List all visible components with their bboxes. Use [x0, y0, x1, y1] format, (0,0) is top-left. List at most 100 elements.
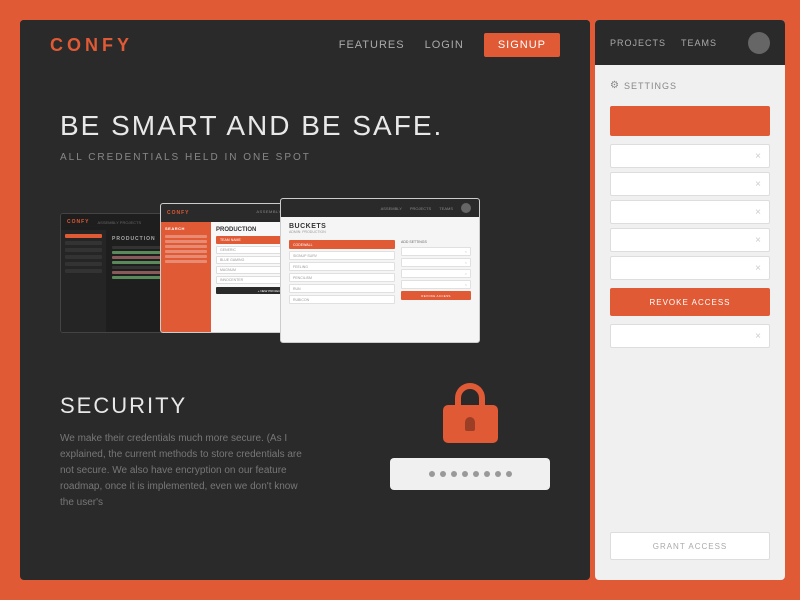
- ss3-row-text: RUBICON: [293, 298, 309, 302]
- ss3-row-text: PENCILISM: [293, 276, 312, 280]
- right-panel-header: PROJECTS TEAMS: [595, 20, 785, 65]
- ss2-sidebar-title: SEARCH: [165, 226, 207, 231]
- rp-grant-label: GRANT ACCESS: [653, 542, 728, 551]
- ss3-env-item: ×: [401, 247, 471, 256]
- ss3-row-text: FEELING: [293, 265, 308, 269]
- ss3-right-title: ADD SETTINGS: [401, 240, 471, 244]
- ss3-revoke-text: REVOKE ACCESS: [421, 294, 450, 298]
- ss3-left: CODEWALL SIGNUP SURV FEELING PENCILISM R…: [289, 240, 395, 335]
- ss2-nav-item: ASSEMBLY: [256, 209, 281, 217]
- ss3-row: RUN: [289, 284, 395, 293]
- rp-remove-icon[interactable]: ×: [755, 263, 761, 274]
- ss2-row-text: INNOCENTER: [220, 278, 243, 282]
- ss3-body: CODEWALL SIGNUP SURV FEELING PENCILISM R…: [281, 236, 479, 339]
- ss3-env-item: ×: [401, 258, 471, 267]
- ss3-row: FEELING: [289, 262, 395, 271]
- rp-remove-icon[interactable]: ×: [755, 235, 761, 246]
- ss1-sidebar-item: [65, 241, 102, 245]
- rp-input-row: ×: [610, 228, 770, 252]
- ss2-sidebar-item: [165, 245, 207, 248]
- ss3-header: ASSEMBLY PROJECTS TEAMS: [281, 199, 479, 217]
- ss3-row-text: RUN: [293, 287, 301, 291]
- rp-remove-icon[interactable]: ×: [755, 331, 761, 342]
- hero-section: BE SMART AND BE SAFE. ALL CREDENTIALS HE…: [20, 70, 590, 183]
- rp-revoke-label: REVOKE ACCESS: [649, 298, 730, 307]
- security-section: SECURITY We make their credentials much …: [20, 363, 590, 541]
- password-dot: [473, 471, 479, 477]
- ss3-section-sub: ADMIN: PRODUCTION: [289, 230, 471, 234]
- rp-avatar[interactable]: [748, 32, 770, 54]
- password-illustration: [390, 383, 550, 490]
- rp-orange-bar: [610, 106, 770, 136]
- ss3-row-text: CODEWALL: [293, 243, 313, 247]
- screenshot-3: ASSEMBLY PROJECTS TEAMS BUCKETS ADMIN: P…: [280, 198, 480, 343]
- ss2-sidebar-item: [165, 250, 207, 253]
- right-panel: PROJECTS TEAMS ⚙ SETTINGS × × × × × REVO…: [595, 20, 785, 580]
- ss1-sidebar: [61, 230, 106, 332]
- ss2-sidebar-item: [165, 260, 207, 263]
- rp-nav-teams[interactable]: TEAMS: [681, 38, 717, 48]
- ss1-logo: CONFY: [67, 219, 90, 225]
- rp-input-row: ×: [610, 172, 770, 196]
- ss1-sidebar-item: [65, 248, 102, 252]
- lock-body: [443, 405, 498, 443]
- ss3-right: ADD SETTINGS × × × ×: [401, 240, 471, 335]
- gear-icon: ⚙: [610, 80, 619, 91]
- ss1-sidebar-item: [65, 262, 102, 266]
- ss2-row-text: BLUE GAMING: [220, 258, 244, 262]
- ss3-nav-item: ASSEMBLY: [381, 206, 402, 211]
- ss2-sidebar-item: [165, 240, 207, 243]
- ss2-logo: CONFY: [167, 210, 190, 216]
- ss3-section-title: BUCKETS: [289, 223, 471, 230]
- lock-keyhole: [465, 417, 475, 431]
- rp-remove-icon[interactable]: ×: [755, 179, 761, 190]
- main-card: CONFY FEATURES LOGIN SIGNUP BE SMART AND…: [20, 20, 590, 580]
- rp-settings-btn[interactable]: ⚙ SETTINGS: [610, 80, 770, 91]
- ss3-env-x-icon[interactable]: ×: [465, 260, 467, 265]
- navbar: CONFY FEATURES LOGIN SIGNUP: [20, 20, 590, 70]
- ss3-nav-projects: PROJECTS: [410, 206, 431, 211]
- ss3-env-x-icon[interactable]: ×: [465, 249, 467, 254]
- ss1-sidebar-item: [65, 234, 102, 238]
- ss2-row-text: TEAM NAME: [220, 238, 241, 242]
- password-input-display: [390, 458, 550, 490]
- features-link[interactable]: FEATURES: [339, 39, 405, 51]
- security-description: We make their credentials much more secu…: [60, 431, 310, 511]
- rp-remove-icon[interactable]: ×: [755, 151, 761, 162]
- ss3-row: SIGNUP SURV: [289, 251, 395, 260]
- logo: CONFY: [50, 35, 133, 56]
- rp-settings-label: SETTINGS: [624, 81, 677, 91]
- ss3-env-x-icon[interactable]: ×: [465, 282, 467, 287]
- ss3-revoke-btn[interactable]: REVOKE ACCESS: [401, 291, 471, 300]
- lock-icon: [443, 383, 498, 448]
- rp-remove-icon[interactable]: ×: [755, 207, 761, 218]
- rp-nav-projects[interactable]: PROJECTS: [610, 38, 666, 48]
- ss2-add-btn-text: + NEW PROJECT: [258, 289, 282, 293]
- signup-button[interactable]: SIGNUP: [484, 33, 560, 57]
- ss3-nav-teams: TEAMS: [439, 206, 453, 211]
- ss3-row: PENCILISM: [289, 273, 395, 282]
- login-link[interactable]: LOGIN: [425, 39, 464, 51]
- ss3-row: RUBICON: [289, 295, 395, 304]
- ss2-sidebar-item: [165, 235, 207, 238]
- ss1-sidebar-item: [65, 269, 102, 273]
- ss1-nav: ASSEMBLY PROJECTS: [98, 220, 142, 225]
- ss3-env-item: ×: [401, 280, 471, 289]
- password-dot: [451, 471, 457, 477]
- ss3-nav: ASSEMBLY PROJECTS TEAMS: [381, 203, 471, 213]
- rp-revoke-button[interactable]: REVOKE ACCESS: [610, 288, 770, 316]
- password-dot: [440, 471, 446, 477]
- password-dot: [495, 471, 501, 477]
- password-dot: [429, 471, 435, 477]
- ss3-nav-avatar: [461, 203, 471, 213]
- rp-input-row: ×: [610, 200, 770, 224]
- rp-grant-button[interactable]: GRANT ACCESS: [610, 532, 770, 560]
- ss2-row-text: GENERIC: [220, 248, 236, 252]
- right-panel-body: ⚙ SETTINGS × × × × × REVOKE ACCESS ×: [595, 65, 785, 371]
- ss3-row-text: SIGNUP SURV: [293, 254, 317, 258]
- screenshots-section: CONFY ASSEMBLY PROJECTS PRODUCTION: [20, 203, 590, 363]
- nav-links: FEATURES LOGIN SIGNUP: [339, 33, 560, 57]
- ss2-row-text: MAGNUM: [220, 268, 236, 272]
- ss3-env-x-icon[interactable]: ×: [465, 271, 467, 276]
- rp-input-row: ×: [610, 144, 770, 168]
